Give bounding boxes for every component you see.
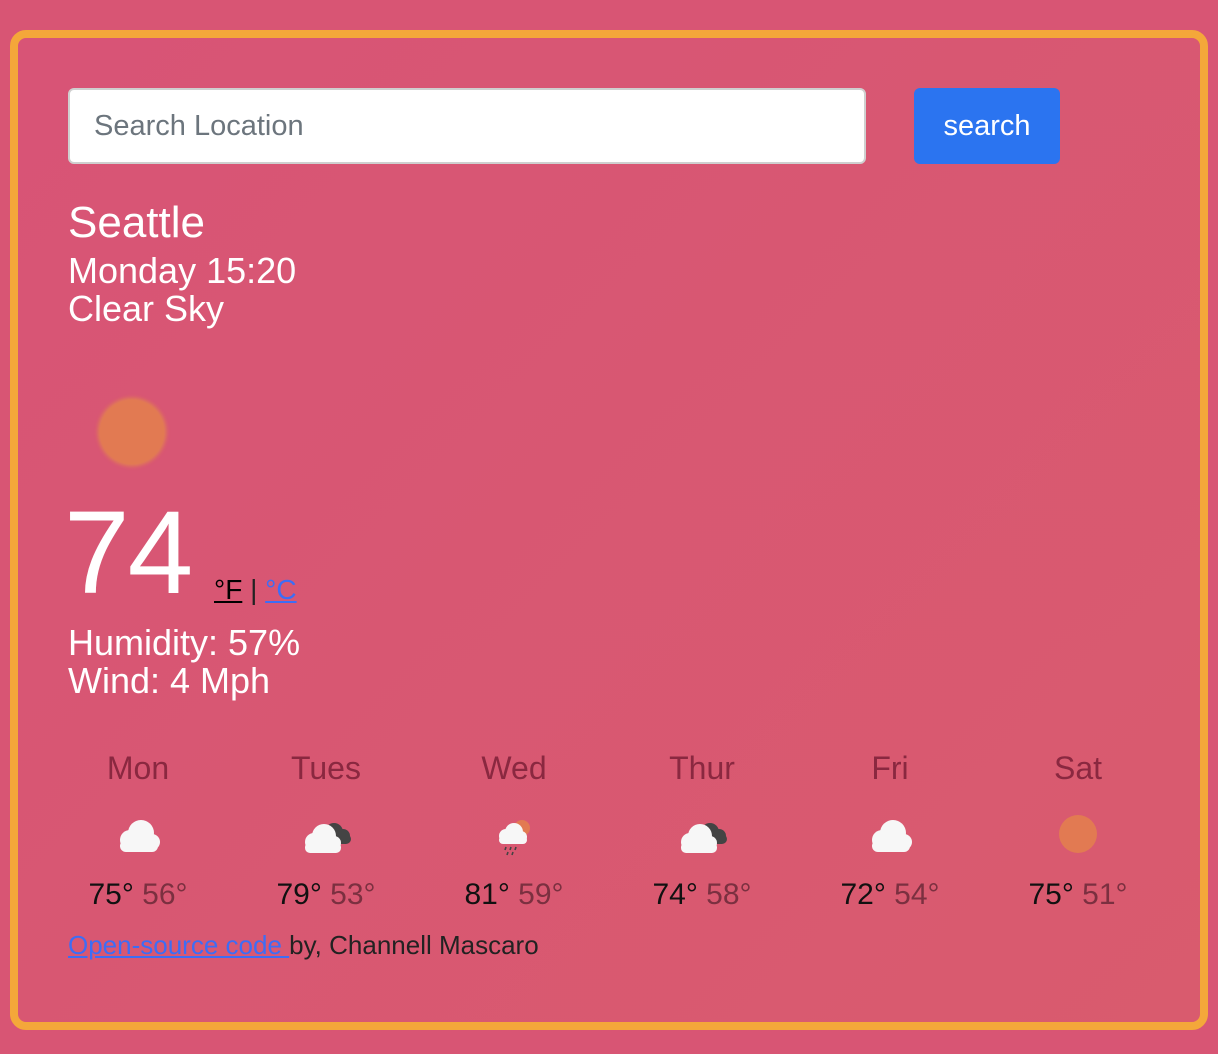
- sun-icon: [1059, 815, 1097, 853]
- forecast-day: Tues 79° 53°: [232, 748, 420, 918]
- forecast-temps: 75° 56°: [44, 878, 232, 912]
- forecast-day-name: Wed: [481, 750, 547, 786]
- forecast-day-name: Fri: [871, 750, 909, 786]
- sun-icon: [100, 400, 164, 464]
- forecast-day-name: Mon: [106, 750, 170, 786]
- forecast-day-name: Thur: [669, 750, 735, 786]
- forecast-max: 75°: [1028, 878, 1074, 911]
- current-temperature: 74: [64, 487, 193, 619]
- forecast-temps: 75° 51°: [984, 878, 1172, 912]
- unit-separator: |: [250, 574, 258, 605]
- forecast-day-name: Tues: [291, 750, 361, 786]
- forecast-max: 81°: [464, 878, 510, 911]
- weather-description: Clear Sky: [68, 288, 225, 329]
- forecast-temps: 81° 59°: [420, 878, 608, 912]
- fahrenheit-link[interactable]: °F: [214, 574, 242, 605]
- forecast-day: Thur 74° 58°: [608, 748, 796, 918]
- footer: Open-source code by, Channell Mascaro: [68, 930, 539, 961]
- forecast-day: Sat 75° 51°: [984, 748, 1172, 918]
- forecast-min: 54°: [894, 878, 940, 911]
- forecast-temps: 74° 58°: [608, 878, 796, 912]
- search-button[interactable]: search: [914, 88, 1060, 164]
- forecast-min: 58°: [706, 878, 752, 911]
- forecast-day: Fri 72° 54°: [796, 748, 984, 918]
- author-credit: by, Channell Mascaro: [289, 930, 539, 960]
- celsius-link[interactable]: °C: [265, 574, 296, 605]
- cloudy-icon: [681, 823, 727, 853]
- city-name: Seattle: [68, 198, 205, 247]
- forecast-temps: 79° 53°: [232, 878, 420, 912]
- forecast-max: 74°: [652, 878, 698, 911]
- forecast-max: 79°: [276, 878, 322, 911]
- forecast-min: 53°: [330, 878, 376, 911]
- unit-switcher: °F | °C: [214, 574, 297, 606]
- source-code-link[interactable]: Open-source code: [68, 930, 289, 960]
- cloud-icon: [872, 820, 912, 852]
- forecast-day-name: Sat: [1053, 750, 1103, 786]
- current-datetime: Monday 15:20: [68, 250, 297, 291]
- rain-sun-icon: [499, 820, 530, 856]
- forecast-temps: 72° 54°: [796, 878, 984, 912]
- cloud-icon: [120, 820, 160, 852]
- forecast-min: 51°: [1082, 878, 1128, 911]
- forecast-day: Mon 75° 56°: [44, 748, 232, 918]
- cloudy-icon: [305, 823, 351, 853]
- search-input[interactable]: [68, 88, 866, 164]
- forecast-min: 59°: [518, 878, 564, 911]
- humidity: Humidity: 57%: [68, 622, 301, 663]
- wind: Wind: 4 Mph: [68, 660, 271, 701]
- forecast-max: 72°: [840, 878, 886, 911]
- forecast-max: 75°: [88, 878, 134, 911]
- forecast-row: Mon 75° 56° Tues 79° 53° Wed 81° 59° Thu…: [44, 748, 1172, 918]
- forecast-day: Wed 81° 59°: [420, 748, 608, 918]
- forecast-min: 56°: [142, 878, 188, 911]
